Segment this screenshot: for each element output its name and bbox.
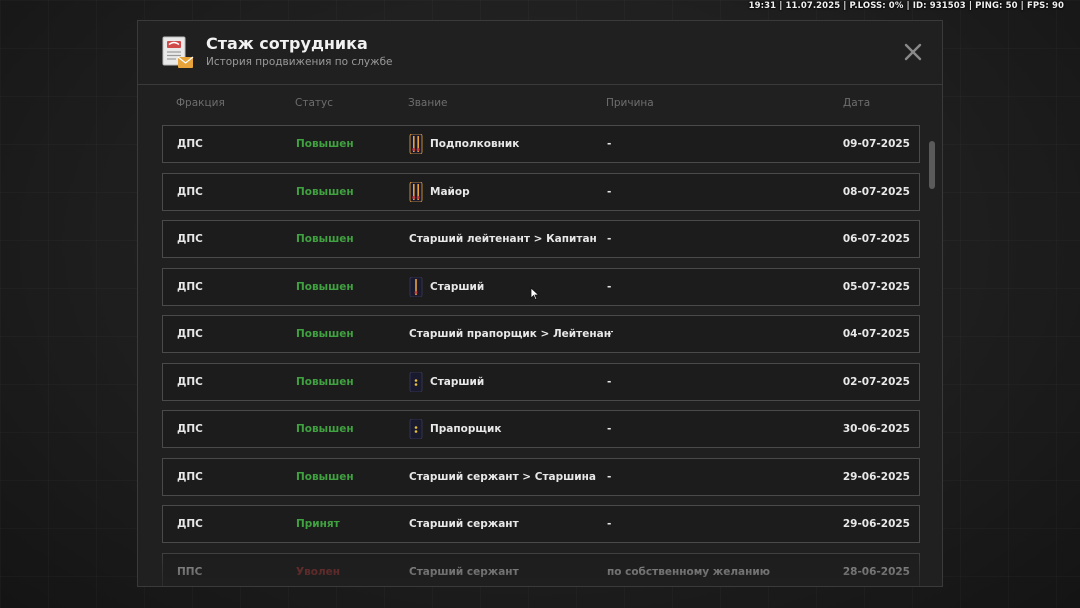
row-rank: Старший сержант (409, 506, 613, 542)
row-rank: Старший (409, 364, 613, 400)
history-row[interactable]: ППС Уволен Старший сержант по собственному … (162, 552, 920, 587)
row-fraction: ДПС (177, 185, 203, 198)
row-rank-label: Старший сержант > Старшина (409, 470, 597, 483)
row-rank-label: Подполковник (430, 138, 520, 150)
history-row[interactable]: ДПС Повышен Старший - 05-07-2025 (162, 267, 920, 306)
row-reason: - (607, 185, 612, 198)
row-rank: Прапорщик (409, 411, 613, 447)
row-date: 29-06-2025 (842, 470, 910, 483)
row-date: 30-06-2025 (842, 423, 910, 435)
history-row[interactable]: ДПС Принят Старший сержант - 29-06-2025 (162, 505, 920, 543)
row-rank-label: Старший лейтенант > Капитан (409, 233, 597, 245)
row-reason: - (607, 518, 612, 530)
row-rank: Старший (409, 269, 613, 305)
column-date: Дата (843, 97, 871, 109)
history-row[interactable]: ДПС Повышен Старший лейтенант > Капитан - 06… (162, 220, 920, 258)
column-rank: Звание (408, 97, 448, 109)
epaulette-one-stripe-icon (409, 276, 423, 297)
row-fraction: ДПС (177, 280, 203, 293)
table-header: Фракция Статус Звание Причина Дата (138, 97, 942, 115)
row-rank-label: Старший прапорщик > Лейтенант (409, 328, 613, 340)
row-rank: Подполковник (409, 126, 613, 162)
row-rank-label: Старший (430, 375, 485, 388)
employee-service-record-dialog: Стаж сотрудника История продвижения по с… (137, 20, 943, 587)
row-rank: Старший лейтенант > Капитан (409, 221, 613, 257)
row-reason: - (607, 470, 612, 483)
epaulette-stars-icon (409, 371, 423, 392)
history-row[interactable]: ДПС Повышен Старший сержант > Старшина - 29-… (162, 457, 920, 496)
row-status: Уволен (296, 565, 341, 578)
row-date: 29-06-2025 (842, 518, 910, 530)
row-reason: - (607, 375, 612, 388)
row-date: 05-07-2025 (842, 280, 910, 293)
column-fraction: Фракция (176, 97, 225, 109)
row-date: 09-07-2025 (842, 138, 910, 150)
dialog-subtitle: История продвижения по службе (206, 56, 393, 68)
row-date: 08-07-2025 (842, 185, 910, 198)
document-envelope-icon (162, 36, 194, 68)
row-reason: - (607, 280, 612, 293)
row-status: Повышен (296, 328, 354, 340)
column-reason: Причина (606, 97, 654, 109)
history-row[interactable]: ДПС Повышен Майор - 08-07-2025 (162, 172, 920, 211)
row-status: Принят (296, 518, 340, 530)
row-fraction: ППС (177, 565, 203, 578)
row-reason: по собственному желанию (607, 565, 770, 578)
row-date: 28-06-2025 (842, 565, 910, 578)
row-reason: - (607, 138, 612, 150)
row-status: Повышен (296, 185, 354, 198)
epaulette-two-stripes-icon (409, 181, 423, 202)
row-fraction: ДПС (177, 518, 203, 530)
row-fraction: ДПС (177, 375, 203, 388)
dialog-header: Стаж сотрудника История продвижения по с… (138, 21, 942, 85)
row-fraction: ДПС (177, 138, 203, 150)
close-icon[interactable] (902, 41, 924, 63)
row-status: Повышен (296, 375, 354, 388)
row-rank-label: Майор (430, 185, 470, 198)
row-fraction: ДПС (177, 233, 203, 245)
row-rank-label: Старший (430, 280, 485, 293)
dialog-title: Стаж сотрудника (206, 34, 368, 53)
list-scrollbar[interactable] (929, 141, 935, 189)
row-reason: - (607, 233, 612, 245)
row-rank-label: Старший сержант (409, 518, 519, 530)
epaulette-two-stripes-icon (409, 133, 423, 155)
column-status: Статус (295, 97, 333, 109)
row-status: Повышен (296, 423, 354, 435)
history-row[interactable]: ДПС Повышен Подполковник - 09-07-2025 (162, 125, 920, 163)
row-rank: Старший прапорщик > Лейтенант (409, 316, 613, 352)
epaulette-stars-icon (409, 418, 423, 440)
history-row[interactable]: ДПС Повышен Старший - 02-07-2025 (162, 362, 920, 401)
mouse-cursor-icon (530, 287, 540, 301)
row-status: Повышен (296, 138, 354, 150)
row-fraction: ДПС (177, 423, 203, 435)
row-fraction: ДПС (177, 328, 203, 340)
row-reason: - (607, 328, 612, 340)
row-rank-label: Прапорщик (430, 423, 502, 435)
row-rank: Старший сержант > Старшина (409, 459, 613, 495)
row-fraction: ДПС (177, 470, 203, 483)
row-rank: Майор (409, 174, 613, 210)
row-date: 04-07-2025 (842, 328, 910, 340)
row-date: 02-07-2025 (842, 375, 910, 388)
row-date: 06-07-2025 (842, 233, 910, 245)
history-row[interactable]: ДПС Повышен Прапорщик - 30-06-2025 (162, 410, 920, 448)
row-reason: - (607, 423, 612, 435)
row-status: Повышен (296, 280, 354, 293)
history-row[interactable]: ДПС Повышен Старший прапорщик > Лейтенант -… (162, 315, 920, 353)
row-status: Повышен (296, 470, 354, 483)
row-rank-label: Старший сержант (409, 565, 519, 578)
hud-status-bar: 19:31 | 11.07.2025 | P.LOSS: 0% | ID: 93… (748, 1, 1064, 11)
row-status: Повышен (296, 233, 354, 245)
row-rank: Старший сержант (409, 554, 613, 587)
